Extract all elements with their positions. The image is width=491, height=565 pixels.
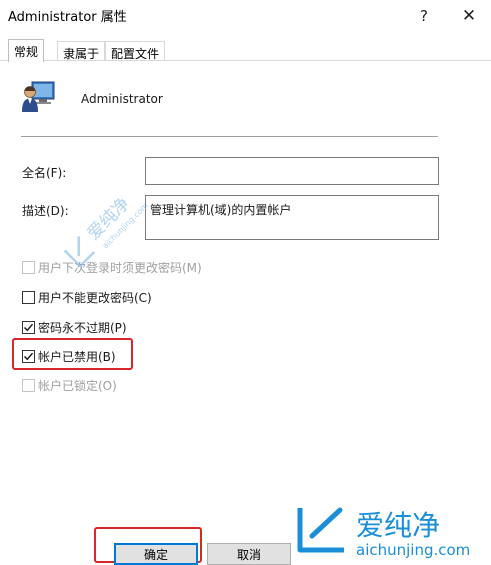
checkbox-label: 帐户已锁定(O) (38, 378, 117, 393)
checkbox-label: 帐户已禁用(B) (38, 349, 116, 364)
close-button[interactable]: ✕ (447, 0, 491, 31)
tab-profile[interactable]: 配置文件 (105, 41, 166, 62)
checkbox-cannot-change-password[interactable]: 用户不能更改密码(C) (22, 289, 152, 305)
checkbox-label: 用户下次登录时须更改密码(M) (38, 260, 202, 275)
checkbox-box[interactable] (22, 349, 35, 363)
title-bar: Administrator 属性 ? ✕ (0, 0, 491, 31)
cancel-button-label: 取消 (236, 547, 261, 562)
user-name: Administrator (81, 92, 163, 106)
checkbox-box[interactable] (22, 378, 35, 392)
help-button[interactable]: ? (402, 0, 446, 31)
checkbox-box[interactable] (22, 320, 35, 334)
fullname-field[interactable] (145, 157, 439, 185)
tab-label: 常规 (14, 45, 39, 59)
user-computer-icon (22, 81, 55, 112)
checkmark-icon (23, 352, 34, 360)
brand-logo: 爱纯净 aichunjing.com (297, 507, 470, 559)
tab-member-of[interactable]: 隶属于 (57, 41, 106, 62)
checkbox-label: 密码永不过期(P) (38, 320, 127, 335)
description-field[interactable]: 管理计算机(域)的内置帐户 (145, 195, 439, 240)
window-title: Administrator 属性 (8, 10, 127, 25)
fullname-label: 全名(F): (22, 166, 67, 180)
description-label: 描述(D): (22, 204, 69, 218)
close-icon: ✕ (461, 5, 477, 26)
ok-button[interactable]: 确定 (114, 543, 198, 565)
checkmark-icon (23, 323, 34, 331)
checkbox-account-locked[interactable]: 帐户已锁定(O) (22, 377, 117, 393)
tab-label: 配置文件 (111, 47, 160, 61)
brand-logo-url: aichunjing.com (356, 541, 470, 559)
checkbox-box[interactable] (22, 290, 35, 304)
ok-button-label: 确定 (143, 547, 168, 562)
cancel-button[interactable]: 取消 (207, 543, 291, 565)
tab-bar: 常规 隶属于 配置文件 (0, 31, 491, 62)
checkbox-account-disabled[interactable]: 帐户已禁用(B) (22, 348, 116, 364)
tab-general[interactable]: 常规 (8, 39, 45, 62)
divider (21, 136, 438, 137)
help-icon: ? (420, 6, 428, 25)
checkbox-box[interactable] (22, 260, 35, 274)
checkbox-label: 用户不能更改密码(C) (38, 290, 152, 305)
brand-logo-text: 爱纯净 (356, 509, 440, 542)
tab-label: 隶属于 (63, 47, 100, 61)
checkbox-password-never-expires[interactable]: 密码永不过期(P) (22, 319, 127, 335)
checkbox-must-change-password[interactable]: 用户下次登录时须更改密码(M) (22, 259, 202, 275)
